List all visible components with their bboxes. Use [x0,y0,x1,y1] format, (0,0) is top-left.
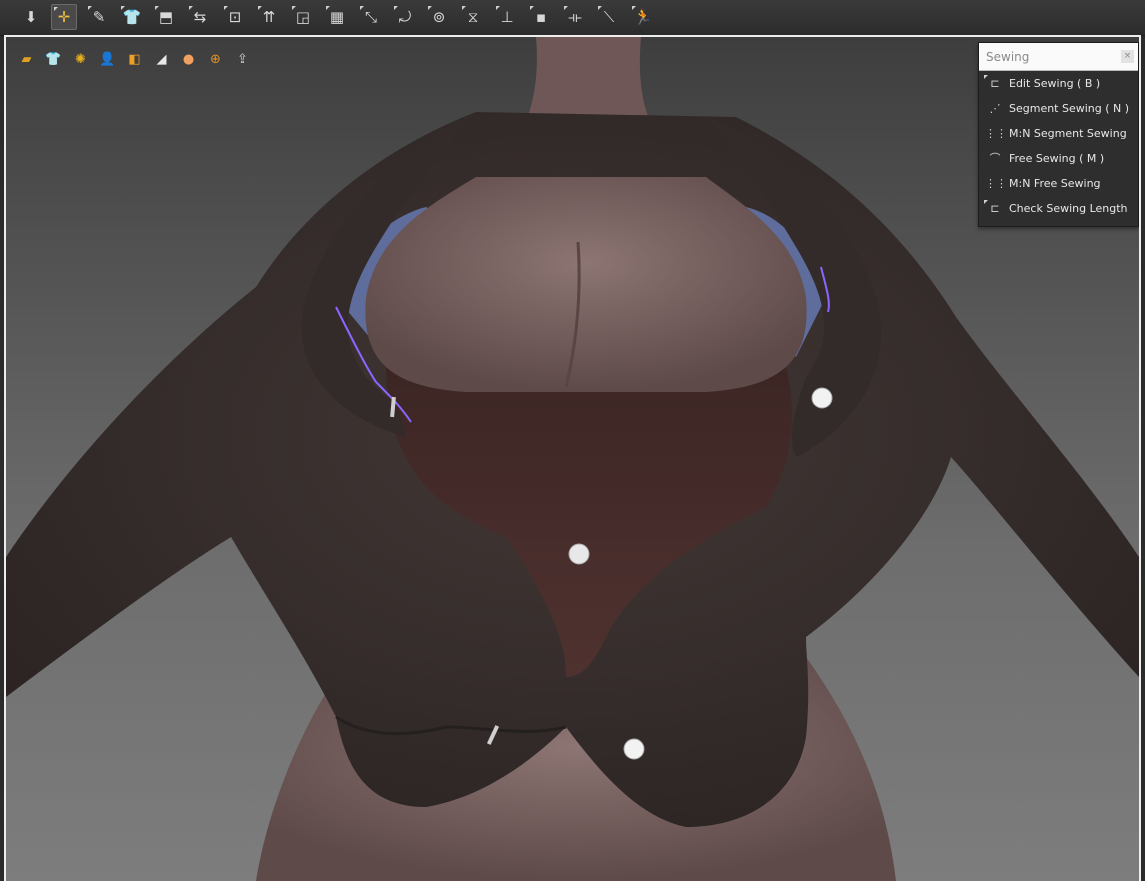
layers-icon[interactable]: ◧ [124,49,145,70]
fold-icon[interactable]: ⇆ [187,4,213,30]
avatar-garment-scene [6,37,1139,881]
garment-icon[interactable]: 👕 [119,4,145,30]
sewing-menu-label: Check Sewing Length [1009,202,1128,215]
tape-icon[interactable]: ⟍ [596,4,622,30]
submenu-indicator [530,6,534,10]
move-down-icon[interactable]: ⬇ [18,4,44,30]
fabric-icon[interactable]: ▰ [16,49,37,70]
submenu-indicator [564,6,568,10]
submenu-indicator [326,6,330,10]
sewing-icon-glyph: ⋮⋮ [985,126,1007,140]
flat-icon[interactable]: ◢ [151,49,172,70]
simulate-icon[interactable]: 🏃 [630,4,656,30]
submenu-indicator [598,6,602,10]
check-sewing-length-icon: ⊏ [984,199,1005,217]
submenu-indicator [88,6,92,10]
3d-viewport[interactable]: ▰ 👕 ✺ 👤 ◧ ◢ ● ⊕ ⇪ Sewing × ⊏ Edit Sewing ( B ) ⋰ Se… [4,35,1141,881]
sewing-menu-item[interactable]: ⋰ Segment Sewing ( N ) [979,96,1138,121]
grid-icon[interactable]: ▦ [324,4,350,30]
pin-icon[interactable]: ▪ [528,4,554,30]
free-sewing-icon: ⌒ [985,151,1005,167]
button-bottom [623,738,645,760]
edit-sewing-icon: ⊏ [984,74,1005,92]
arrange-icon[interactable]: ⬒ [153,4,179,30]
sewing-menu-label: M:N Segment Sewing [1009,127,1127,140]
sewing-menu-item[interactable]: ⊏ Check Sewing Length [979,196,1138,221]
sewing-panel: Sewing × ⊏ Edit Sewing ( B ) ⋰ Segment Sewi… [978,42,1139,227]
submenu-indicator [496,6,500,10]
sewing-menu-item[interactable]: ⌒ Free Sewing ( M ) [979,146,1138,171]
zipper-icon[interactable]: ⧖ [460,4,486,30]
button-icon[interactable]: ⊚ [426,4,452,30]
transform-icon[interactable]: ✛ [51,4,77,30]
avatar-icon[interactable]: ⇈ [256,4,282,30]
export-icon[interactable]: ⇪ [232,49,253,70]
trim-icon[interactable]: ◲ [290,4,316,30]
sewing-menu-label: Segment Sewing ( N ) [1009,102,1130,115]
point-icon[interactable]: ⊡ [222,4,248,30]
submenu-indicator [121,6,125,10]
sewing-menu-label: Edit Sewing ( B ) [1009,77,1101,90]
submenu-indicator [632,6,636,10]
submenu-indicator [189,6,193,10]
close-icon[interactable]: × [1121,50,1134,63]
submenu-indicator [428,6,432,10]
sewing-menu-item[interactable]: ⋮⋮ M:N Segment Sewing [979,121,1138,146]
sewing-menu-label: Free Sewing ( M ) [1009,152,1105,165]
sewing-icon-glyph: ⌒ [989,151,1001,165]
sewing-icon-glyph: ⋮⋮ [985,176,1007,190]
button-center [568,543,590,565]
sewing-icon-glyph: ⊏ [990,201,1000,215]
sewing-menu-item[interactable]: ⊏ Edit Sewing ( B ) [979,71,1138,96]
submenu-indicator [258,6,262,10]
segment-icon[interactable]: ⤡ [358,4,384,30]
sewing-panel-title: Sewing [986,49,1030,64]
submenu-indicator [155,6,159,10]
submenu-indicator [462,6,466,10]
submenu-indicator [224,6,228,10]
button-right [811,387,833,409]
sewing-panel-header: Sewing × [979,43,1138,71]
submenu-indicator [54,7,58,11]
submenu-indicator [984,199,988,204]
mn-free-sewing-icon: ⋮⋮ [985,176,1007,192]
particles-icon[interactable]: ✺ [70,49,91,70]
viewport-toolbar: ▰ 👕 ✺ 👤 ◧ ◢ ● ⊕ ⇪ [16,49,253,70]
tack-icon[interactable]: ⊥ [494,4,520,30]
submenu-indicator [292,6,296,10]
edit-pattern-icon[interactable]: ✎ [86,4,112,30]
clothing-icon[interactable]: 👕 [43,49,64,70]
head-icon[interactable]: ● [178,49,199,70]
segment-sewing-icon: ⋰ [985,101,1005,117]
submenu-indicator [360,6,364,10]
mn-segment-sewing-icon: ⋮⋮ [985,126,1007,142]
main-toolbar: ⬇ ✛ ✎ 👕 ⬒ ⇆ ⊡ ⇈ ◲ ▦ ⤡ ⤾ ⊚ ⧖ ⊥ ▪ ⟛ ⟍ 🏃 [0,0,1145,36]
avatar-user-icon[interactable]: 👤 [97,49,118,70]
submenu-indicator [984,74,988,79]
sewing-icon-glyph: ⊏ [990,76,1000,90]
chest [365,177,807,392]
sewing-menu-label: M:N Free Sewing [1009,177,1101,190]
sewing-icon-glyph: ⋰ [989,101,1001,115]
globe-icon[interactable]: ⊕ [205,49,226,70]
submenu-indicator [394,6,398,10]
sew-icon[interactable]: ⤾ [392,4,418,30]
measure-icon[interactable]: ⟛ [562,4,588,30]
sewing-menu-item[interactable]: ⋮⋮ M:N Free Sewing [979,171,1138,196]
